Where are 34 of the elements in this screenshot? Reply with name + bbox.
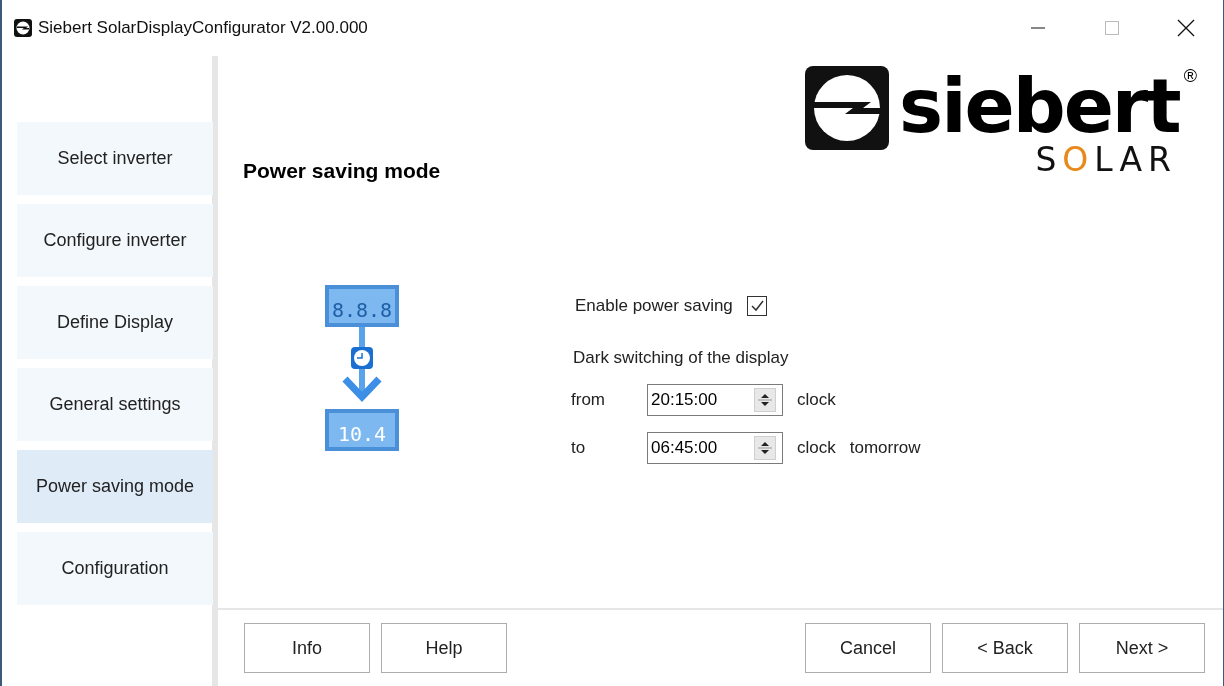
footer-button[interactable]: Help bbox=[381, 623, 507, 673]
sidebar-item[interactable]: Select inverter bbox=[17, 122, 213, 195]
clock-icon bbox=[351, 347, 373, 369]
time-field[interactable]: 20:15:00 bbox=[647, 384, 783, 416]
time-label: from bbox=[571, 390, 606, 410]
sidebar-item[interactable]: Configure inverter bbox=[17, 204, 213, 277]
section-label: Dark switching of the display bbox=[573, 348, 790, 368]
page-heading: Power saving mode bbox=[243, 159, 441, 183]
footer-button[interactable]: Info bbox=[244, 623, 370, 673]
close-icon bbox=[1177, 19, 1195, 37]
spin-button[interactable] bbox=[754, 388, 776, 412]
window-title: Siebert SolarDisplayConfigurator V2.00.000 bbox=[38, 18, 368, 38]
display-after-drawing: 10.4 bbox=[325, 409, 399, 451]
sidebar-item[interactable]: Power saving mode bbox=[17, 450, 213, 523]
unit-label: clock bbox=[797, 390, 836, 410]
sidebar-item[interactable]: General settings bbox=[17, 368, 213, 441]
footer-button[interactable]: Next > bbox=[1079, 623, 1205, 673]
time-label: to bbox=[571, 438, 587, 458]
enable-label: Enable power saving bbox=[575, 296, 733, 316]
unit-label: clock bbox=[797, 438, 836, 458]
note-label: tomorrow bbox=[849, 438, 921, 458]
sidebar-item[interactable]: Define Display bbox=[17, 286, 213, 359]
app-logo-icon bbox=[14, 19, 32, 37]
enable-checkbox[interactable] bbox=[746, 296, 767, 316]
display-before-drawing: 8.8.8 bbox=[325, 285, 399, 327]
spin-button[interactable] bbox=[754, 436, 776, 460]
sidebar-item[interactable]: Configuration bbox=[17, 532, 213, 605]
minimize-icon bbox=[1031, 27, 1045, 29]
footer-button[interactable]: Cancel bbox=[805, 623, 931, 673]
registered-mark: ® bbox=[1183, 66, 1197, 87]
logo-icon bbox=[805, 66, 890, 150]
footer-button[interactable]: < Back bbox=[942, 623, 1068, 673]
time-field[interactable]: 06:45:00 bbox=[647, 432, 783, 464]
maximize-icon bbox=[1104, 20, 1120, 36]
